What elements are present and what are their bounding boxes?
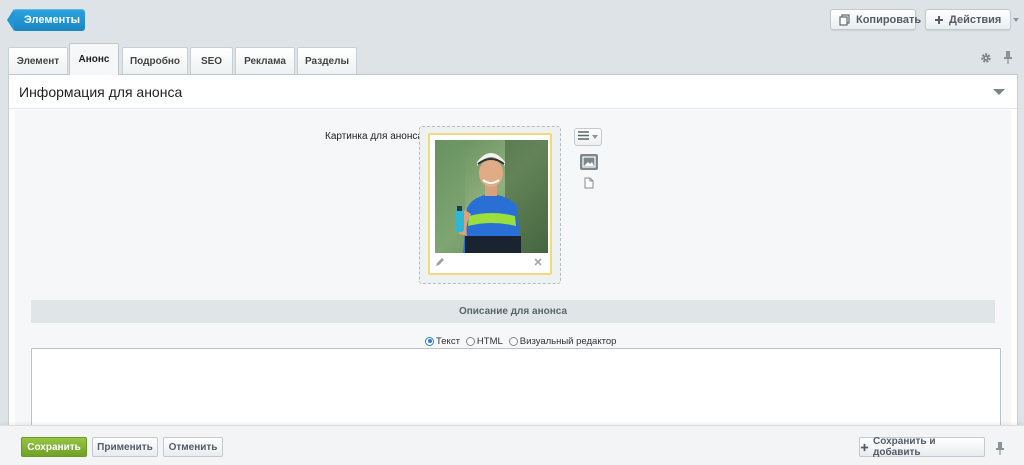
copy-button-label: Копировать [856,13,922,26]
radio-dot[interactable] [465,336,475,346]
tab-label: Анонс [78,54,110,65]
image-menu-button[interactable] [574,128,602,146]
radio-label: HTML [476,335,503,347]
copy-icon [839,13,851,27]
save-and-add-button[interactable]: Сохранить и добавить [859,436,985,458]
apply-button[interactable]: Применить [92,437,158,457]
pin-icon[interactable] [995,441,1005,455]
actions-button-label: Действия [949,13,1002,26]
collapse-arrow-icon[interactable] [993,89,1005,95]
pin-icon[interactable] [1003,50,1013,64]
file-icon[interactable] [584,177,594,189]
radio-dot[interactable] [425,336,434,346]
save-and-add-label: Сохранить и добавить [873,436,936,458]
tab-details[interactable]: Подробно [122,47,188,74]
bottom-action-bar: Сохранить Применить Отменить Сохранить и… [0,425,1024,465]
chevron-down-icon [592,135,598,139]
save-button[interactable]: Сохранить [21,437,87,457]
tab-sections[interactable]: Разделы [297,47,357,74]
tab-element[interactable]: Элемент [8,47,68,74]
close-icon[interactable] [533,257,545,269]
radio-label: Текст [436,335,460,347]
tab-label: Элемент [16,55,60,67]
gear-icon[interactable] [980,52,992,64]
panel-header[interactable]: Информация для анонса [9,75,1017,109]
tab-label: Разделы [305,55,349,67]
tab-seo[interactable]: SEO [190,47,233,74]
editor-mode-switch: Текст HTML Визуальный редактор [425,334,622,348]
image-gallery-icon[interactable] [580,154,598,170]
menu-lines-icon [578,131,590,143]
save-button-label: Сохранить [27,441,81,453]
tab-label: Реклама [244,55,286,67]
radio-dot[interactable] [508,336,518,346]
tab-announce[interactable]: Анонс [69,43,119,75]
image-preview-frame [428,133,552,275]
image-dropzone[interactable] [419,126,561,284]
radio-visual-editor-mode[interactable]: Визуальный редактор [508,335,617,347]
announce-panel: Информация для анонса Картинка для анонс… [8,74,1018,434]
top-toolbar: Элементы Копировать Действия [0,0,1024,38]
cancel-button[interactable]: Отменить [163,437,223,457]
description-section-title: Описание для анонса [458,306,568,317]
plus-icon [860,443,869,452]
cyclist-photo[interactable] [435,140,548,253]
panel-body: Картинка для анонса: Описание для анонса… [15,110,1011,433]
chevron-down-icon [1013,17,1020,22]
plus-icon [934,13,944,27]
radio-label: Визуальный редактор [519,335,617,347]
back-button-label: Элементы [23,14,81,26]
pencil-icon[interactable] [435,257,447,269]
cancel-button-label: Отменить [168,441,218,453]
panel-title: Информация для анонса [19,84,183,100]
actions-button[interactable]: Действия [925,9,1020,30]
tab-ads[interactable]: Реклама [235,47,295,74]
copy-button[interactable]: Копировать [830,9,921,30]
radio-text-mode[interactable]: Текст [425,336,460,347]
radio-html-mode[interactable]: HTML [465,335,503,347]
back-to-elements-button[interactable]: Элементы [7,9,85,31]
tab-label: SEO [200,55,223,67]
description-section-header: Описание для анонса [31,300,995,323]
tab-bar: Элемент Анонс Подробно SEO Реклама Разде… [0,38,1024,75]
tab-label: Подробно [129,55,181,67]
image-field-label: Картинка для анонса: [325,131,426,142]
apply-button-label: Применить [97,441,153,453]
description-textarea[interactable] [31,348,1001,433]
